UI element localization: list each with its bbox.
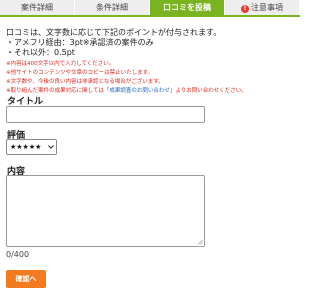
tab-bar: 案件詳細 条件詳細 口コミを投稿 ! 注意事項 <box>0 0 300 17</box>
chevron-down-icon <box>48 145 54 149</box>
points-notes: 口コミは、文字数に応じて下記のポイントが付与されます。 ・アメフリ経由：3pt※… <box>6 28 298 96</box>
note-line: ・アメフリ経由：3pt※承認済の案件のみ <box>6 38 154 47</box>
warning-line-inquiry: ※取り組んだ案件の成果対応に関しては「成果調査のお問い合わせ」よりお問い合わせく… <box>6 87 298 96</box>
tab-notes[interactable]: ! 注意事項 <box>225 0 300 15</box>
content-textarea[interactable] <box>6 175 205 247</box>
tab-notes-label: 注意事項 <box>251 3 283 12</box>
warning-icon: ! <box>241 5 249 13</box>
rating-select[interactable]: ★★★★★ <box>6 139 57 155</box>
tab-condition-details[interactable]: 条件詳細 <box>75 0 150 15</box>
confirm-button[interactable]: 確認へ <box>6 270 46 288</box>
note-line: ・それ以外：0.5pt <box>6 48 75 57</box>
inquiry-link[interactable]: 成果調査のお問い合わせ <box>109 88 170 94</box>
warning-line: ※内容は400文字以内で入力してください。 <box>6 61 115 67</box>
rating-value: ★★★★★ <box>10 143 42 151</box>
tab-post-review[interactable]: 口コミを投稿 <box>150 0 225 15</box>
resize-grip-icon[interactable] <box>197 239 203 245</box>
note-line: 口コミは、文字数に応じて下記のポイントが付与されます。 <box>6 28 222 37</box>
tab-case-details[interactable]: 案件詳細 <box>0 0 75 15</box>
warning-line: ※文字数や、今後の良い内容は非承認となる場合がございます。 <box>6 79 164 85</box>
warning-line: ※他サイトのコンテンツや文章のコピーは禁止いたします。 <box>6 70 154 76</box>
title-input[interactable] <box>6 106 205 123</box>
character-counter: 0/400 <box>6 250 30 259</box>
warning-text: 」よりお問い合わせください。 <box>169 88 247 94</box>
